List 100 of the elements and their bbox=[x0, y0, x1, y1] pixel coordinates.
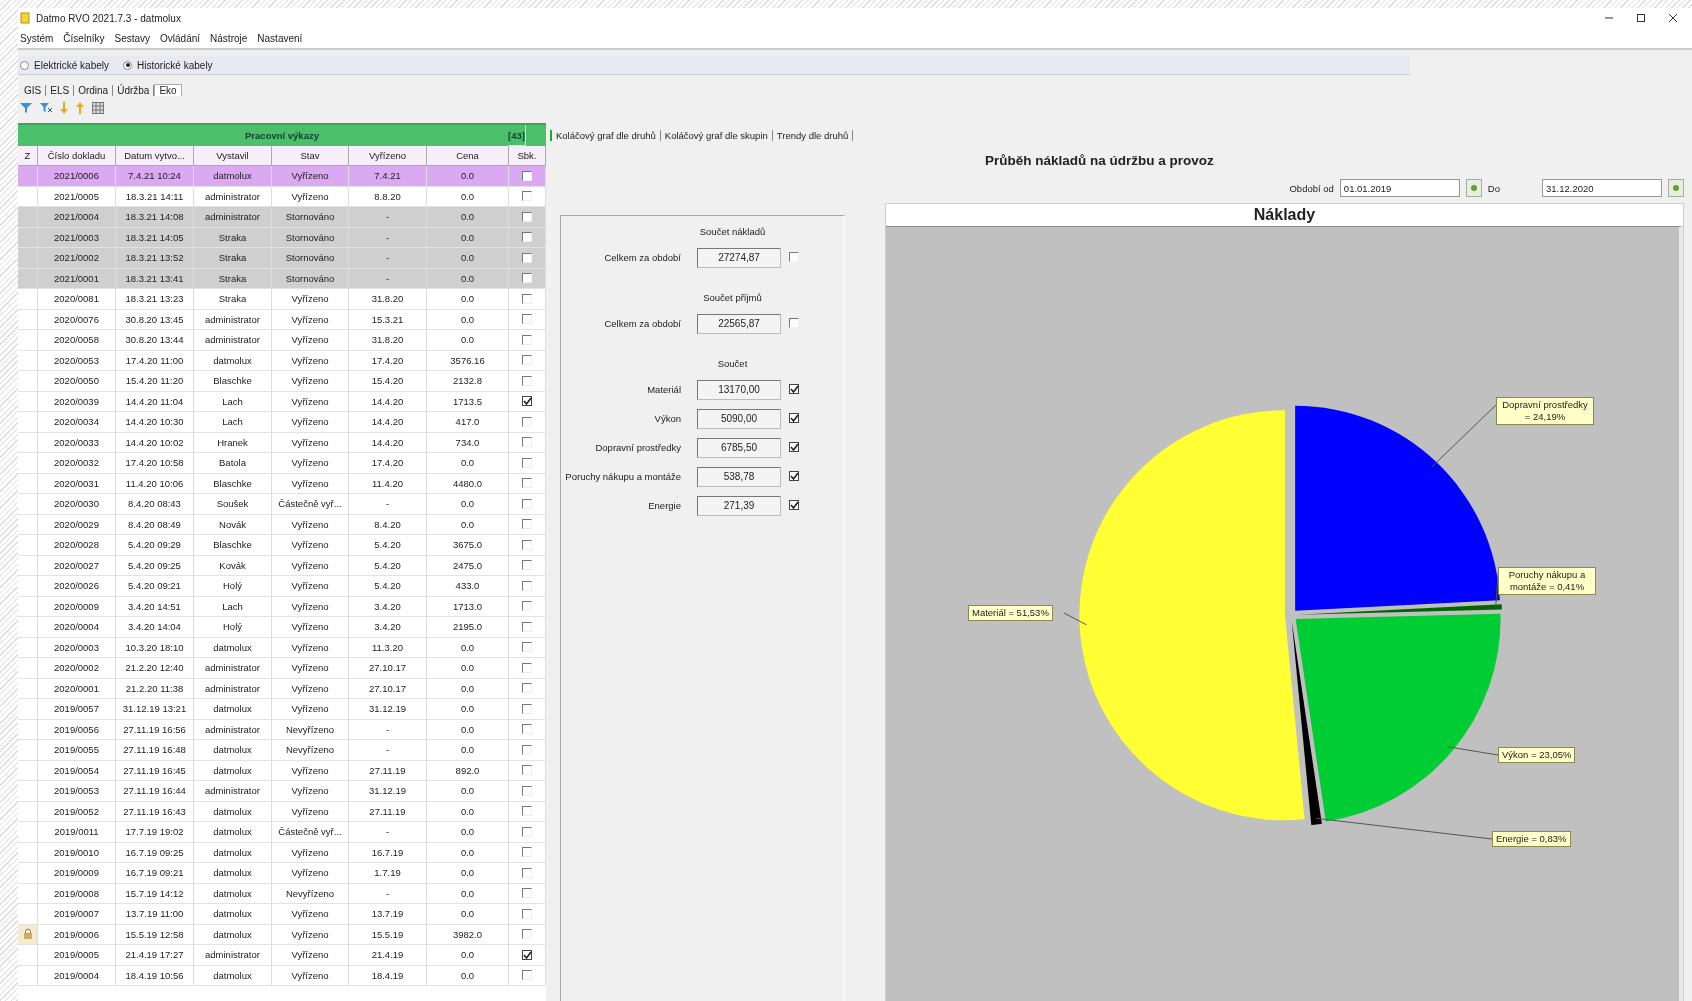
value-field[interactable]: 22565,87 bbox=[697, 313, 781, 334]
chart-tab[interactable]: Koláčový graf dle skupin bbox=[660, 129, 773, 141]
checkbox[interactable] bbox=[522, 498, 532, 509]
chart-tab[interactable]: Trendy dle druhů bbox=[772, 129, 854, 141]
module-tab[interactable]: Eko bbox=[154, 84, 182, 96]
table-cell: - bbox=[349, 207, 427, 228]
checkbox[interactable] bbox=[522, 211, 532, 222]
checkbox[interactable] bbox=[522, 457, 532, 468]
checkbox[interactable] bbox=[522, 293, 532, 304]
checkbox[interactable] bbox=[522, 416, 532, 427]
module-tab[interactable]: Ordina bbox=[74, 84, 114, 96]
checkbox[interactable] bbox=[522, 252, 532, 263]
checkbox[interactable] bbox=[522, 806, 532, 817]
funnel-icon[interactable] bbox=[20, 102, 32, 114]
checkbox[interactable] bbox=[522, 724, 532, 735]
checkbox[interactable] bbox=[522, 273, 532, 284]
checkbox[interactable] bbox=[522, 355, 532, 366]
checkbox[interactable] bbox=[522, 232, 532, 243]
table-cell: Vyřízeno bbox=[272, 576, 349, 597]
checkbox[interactable] bbox=[522, 703, 532, 714]
checkbox[interactable] bbox=[522, 826, 532, 837]
module-tab[interactable]: ELS bbox=[46, 84, 75, 96]
checkbox[interactable] bbox=[522, 744, 532, 755]
value-field[interactable]: 27274,87 bbox=[697, 247, 781, 268]
menu-item[interactable]: Ovládání bbox=[160, 32, 201, 44]
checkbox[interactable] bbox=[522, 539, 532, 550]
column-header[interactable]: Vystavil bbox=[194, 146, 272, 166]
checkbox[interactable] bbox=[522, 437, 532, 448]
checkbox[interactable] bbox=[522, 621, 532, 632]
checkbox[interactable] bbox=[522, 314, 532, 325]
column-header[interactable]: Stav bbox=[272, 146, 349, 166]
checkbox[interactable] bbox=[522, 375, 532, 386]
radio-label[interactable]: Elektrické kabely bbox=[34, 59, 110, 71]
checkbox[interactable] bbox=[789, 251, 799, 262]
table-cell: Holý bbox=[194, 617, 272, 638]
value-field[interactable]: 271,39 bbox=[697, 495, 781, 516]
date-field[interactable]: 31.12.2020 bbox=[1542, 179, 1662, 197]
checkbox[interactable] bbox=[522, 396, 532, 407]
checkbox[interactable] bbox=[522, 929, 532, 940]
calendar-button[interactable] bbox=[1668, 179, 1684, 197]
checkbox[interactable] bbox=[789, 441, 799, 452]
checkbox[interactable] bbox=[522, 580, 532, 591]
radio-label[interactable]: Historické kabely bbox=[137, 59, 213, 71]
funnel-icon[interactable] bbox=[40, 102, 52, 114]
checkbox[interactable] bbox=[522, 642, 532, 653]
checkbox[interactable] bbox=[522, 170, 532, 181]
menu-item[interactable]: Nastavení bbox=[257, 32, 303, 44]
column-header[interactable]: Sbk. bbox=[509, 146, 546, 166]
column-header[interactable]: Z bbox=[18, 146, 38, 166]
checkbox[interactable] bbox=[522, 867, 532, 878]
table-cell: 1.7.19 bbox=[349, 863, 427, 884]
checkbox[interactable] bbox=[789, 412, 799, 423]
chart-tab[interactable]: Koláčový graf dle druhů bbox=[550, 129, 661, 141]
value-field[interactable]: 13170,00 bbox=[697, 379, 781, 400]
module-tab[interactable]: GIS bbox=[20, 84, 47, 96]
column-header[interactable]: Vyřízeno bbox=[349, 146, 427, 166]
checkbox[interactable] bbox=[522, 970, 532, 981]
checkbox[interactable] bbox=[522, 601, 532, 612]
column-header[interactable]: Datum vytvo... bbox=[116, 146, 194, 166]
checkbox[interactable] bbox=[522, 478, 532, 489]
checkbox[interactable] bbox=[522, 191, 532, 202]
table-cell: 2021/0004 bbox=[38, 207, 116, 228]
table-cell: 5.4.20 bbox=[349, 555, 427, 576]
checkbox[interactable] bbox=[522, 888, 532, 899]
table-cell: 2019/0053 bbox=[38, 781, 116, 802]
checkbox[interactable] bbox=[522, 334, 532, 345]
date-field[interactable]: 01.01.2019 bbox=[1339, 179, 1460, 197]
checkbox[interactable] bbox=[522, 847, 532, 858]
checkbox[interactable] bbox=[522, 949, 532, 960]
checkbox[interactable] bbox=[522, 560, 532, 571]
grid-icon[interactable] bbox=[92, 102, 104, 114]
checkbox[interactable] bbox=[522, 765, 532, 776]
menu-item[interactable]: Sestavy bbox=[114, 32, 151, 44]
menu-item[interactable]: Systém bbox=[20, 32, 54, 44]
checkbox[interactable] bbox=[522, 785, 532, 796]
value-field[interactable]: 538,78 bbox=[697, 466, 781, 487]
checkbox[interactable] bbox=[789, 317, 799, 328]
table-cell: Částečně vyř... bbox=[272, 822, 349, 843]
value-field[interactable]: 6785,50 bbox=[697, 437, 781, 458]
data-label: Výkon = 23,05% bbox=[1498, 747, 1576, 763]
value-field[interactable]: 5090,00 bbox=[697, 408, 781, 429]
column-header[interactable]: Číslo dokladu bbox=[38, 146, 116, 166]
close-icon[interactable] bbox=[1668, 13, 1678, 23]
maximize-icon[interactable] bbox=[1636, 13, 1646, 23]
calendar-button[interactable] bbox=[1465, 179, 1482, 197]
column-header[interactable]: Cena bbox=[427, 146, 509, 166]
radio-button[interactable] bbox=[20, 60, 29, 70]
checkbox[interactable] bbox=[522, 908, 532, 919]
checkbox[interactable] bbox=[522, 662, 532, 673]
menu-item[interactable]: Nástroje bbox=[210, 32, 248, 44]
table-cell: 15.5.19 12:58 bbox=[116, 924, 194, 945]
checkbox[interactable] bbox=[789, 470, 799, 481]
menu-item[interactable]: Číselníky bbox=[63, 32, 105, 44]
checkbox[interactable] bbox=[522, 683, 532, 694]
checkbox[interactable] bbox=[522, 519, 532, 530]
table-cell: 11.3.20 bbox=[349, 637, 427, 658]
checkbox[interactable] bbox=[789, 383, 799, 394]
radio-button[interactable] bbox=[123, 60, 133, 70]
checkbox[interactable] bbox=[789, 499, 799, 510]
table-cell: Vyřízeno bbox=[272, 432, 349, 453]
